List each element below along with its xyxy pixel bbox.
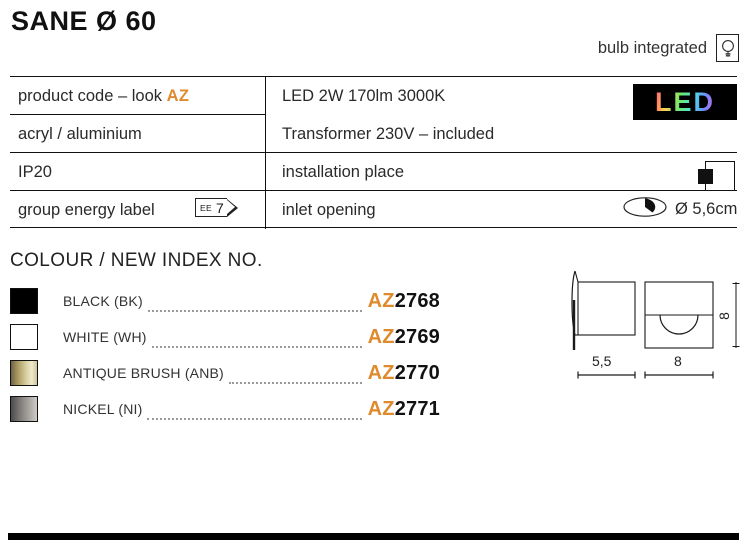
inlet-opening-group: Ø 5,6cm [623,196,737,223]
spec-product-code-label: product code – look [18,87,167,105]
leader-dots [147,404,362,420]
colour-code-antique-brush: AZ2770 [368,362,440,385]
colour-name-white: WHITE (WH) [63,329,147,345]
colour-swatch-antique-brush [10,360,38,386]
spec-inlet-opening: inlet opening [282,201,376,219]
leader-dots [147,296,362,312]
bottom-bar [8,533,739,540]
code-prefix: AZ [367,361,395,384]
table-row-divider [10,152,737,154]
colour-section-heading: COLOUR / NEW INDEX NO. [10,250,263,271]
bulb-integrated-group: bulb integrated [598,34,739,62]
spec-energy-label: group energy label [18,201,155,219]
specification-table: product code – look AZ LED 2W 170lm 3000… [10,76,737,229]
inlet-opening-value: Ø 5,6cm [675,200,738,218]
table-row-divider [10,114,265,116]
colour-row-white: WHITE (WH) AZ2769 [10,324,440,350]
page-title: SANE Ø 60 [11,6,157,36]
code-prefix: AZ [367,289,395,312]
colour-row-black: BLACK (BK) AZ2768 [10,288,440,314]
energy-label-badge: EE 7 [195,198,238,217]
code-number: 2768 [394,289,440,312]
energy-label-prefix: EE [200,202,212,213]
technical-drawing: 5,5 8 8 [540,258,747,388]
table-row-divider [10,190,737,192]
colour-code-nickel: AZ2771 [368,398,440,421]
led-logo: LED [633,84,737,120]
code-number: 2770 [394,361,440,384]
colour-row-nickel: NICKEL (NI) AZ2771 [10,396,440,422]
leader-dots [228,368,362,384]
dimension-width-label: 8 [674,353,682,369]
light-bulb-icon [716,34,739,62]
colour-code-white: AZ2769 [368,326,440,349]
colour-code-black: AZ2768 [368,290,440,313]
colour-name-nickel: NICKEL (NI) [63,401,143,417]
colour-swatch-black [10,288,38,314]
spec-material: acryl / aluminium [18,125,142,143]
colour-name-antique-brush: ANTIQUE BRUSH (ANB) [63,365,224,381]
leader-dots [151,332,362,348]
led-logo-text: LED [655,86,715,117]
inlet-opening-icon [623,196,667,223]
colour-row-antique-brush: ANTIQUE BRUSH (ANB) AZ2770 [10,360,440,386]
code-number: 2769 [394,325,440,348]
spec-ip-rating: IP20 [18,163,52,181]
energy-label-arrow-icon [226,198,238,217]
code-number: 2771 [394,397,440,420]
code-prefix: AZ [367,397,395,420]
wall-mount-icon [698,161,735,191]
colour-swatch-white [10,324,38,350]
colour-name-black: BLACK (BK) [63,293,143,309]
code-prefix: AZ [367,325,395,348]
spec-led-value: LED 2W 170lm 3000K [282,87,446,105]
spec-product-code-accent: AZ [166,87,190,105]
bulb-integrated-label: bulb integrated [597,38,707,57]
spec-product-code: product code – look AZ [18,87,189,106]
colour-swatch-nickel [10,396,38,422]
dimension-depth-label: 5,5 [592,353,612,369]
energy-label-value: 7 [215,199,224,216]
spec-transformer: Transformer 230V – included [282,125,495,143]
spec-installation-place: installation place [282,163,404,181]
dimension-height-label: 8 [715,312,732,320]
